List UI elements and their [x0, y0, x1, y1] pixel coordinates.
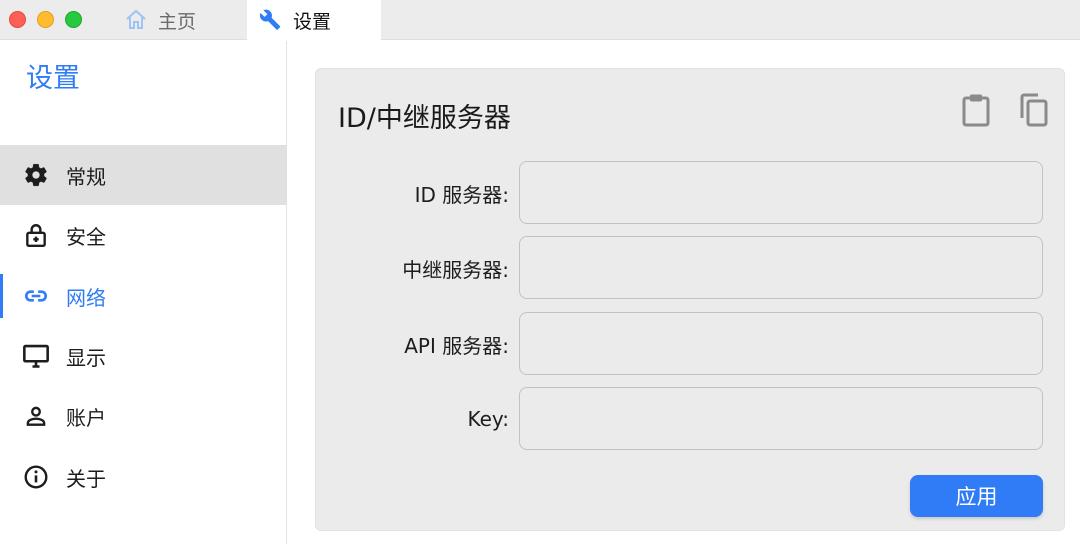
person-icon [22, 402, 50, 430]
sidebar-item-about[interactable]: 关于 [0, 447, 287, 507]
sidebar-item-label: 网络 [66, 285, 106, 310]
api-server-input[interactable] [519, 312, 1043, 375]
relay-server-row: 中继服务器: [316, 236, 1066, 300]
close-window-button[interactable] [9, 11, 26, 28]
id-server-label: ID 服务器: [414, 182, 509, 207]
link-icon [22, 282, 50, 310]
relay-server-label: 中继服务器: [402, 257, 509, 282]
sidebar: 设置 常规 安全 网络 显示 账户 关于 [0, 41, 287, 544]
monitor-icon [22, 342, 50, 370]
minimize-window-button[interactable] [37, 11, 54, 28]
server-settings-card: ID/中继服务器 ID 服务器: 中继服务器: API 服务器: Key: 应用 [315, 68, 1065, 531]
sidebar-item-network[interactable]: 网络 [0, 266, 287, 326]
tab-home-label: 主页 [158, 10, 197, 33]
title-bar: 主页 设置 [0, 0, 1080, 40]
sidebar-item-account[interactable]: 账户 [0, 386, 287, 446]
card-title: ID/中继服务器 [338, 103, 511, 134]
zoom-window-button[interactable] [65, 11, 82, 28]
home-icon [124, 8, 148, 32]
sidebar-item-display[interactable]: 显示 [0, 326, 287, 386]
sidebar-title: 设置 [26, 63, 80, 94]
sidebar-item-label: 安全 [66, 224, 106, 249]
sidebar-item-security[interactable]: 安全 [0, 205, 287, 265]
sidebar-item-label: 显示 [66, 345, 106, 370]
main-content: ID/中继服务器 ID 服务器: 中继服务器: API 服务器: Key: 应用 [288, 41, 1080, 544]
lock-icon [22, 221, 50, 249]
apply-button[interactable]: 应用 [910, 475, 1043, 517]
clipboard-icon [961, 93, 991, 131]
sidebar-item-label: 账户 [66, 405, 106, 430]
relay-server-input[interactable] [519, 236, 1043, 299]
id-server-row: ID 服务器: [316, 161, 1066, 225]
tab-settings-label: 设置 [293, 10, 332, 33]
copy-icon [1019, 93, 1049, 131]
id-server-input[interactable] [519, 161, 1043, 224]
copy-button[interactable] [1017, 93, 1051, 131]
tab-settings[interactable]: 设置 [247, 0, 381, 40]
api-server-label: API 服务器: [404, 333, 509, 358]
wrench-icon [259, 8, 283, 32]
sidebar-item-label: 常规 [66, 164, 106, 189]
tab-home[interactable]: 主页 [124, 0, 196, 40]
gear-icon [22, 161, 50, 189]
key-row: Key: [316, 387, 1066, 451]
api-server-row: API 服务器: [316, 312, 1066, 376]
sidebar-item-general[interactable]: 常规 [0, 145, 287, 205]
key-input[interactable] [519, 387, 1043, 450]
key-label: Key: [467, 407, 509, 431]
info-icon [22, 463, 50, 491]
sidebar-item-label: 关于 [66, 466, 106, 491]
paste-button[interactable] [959, 93, 993, 131]
